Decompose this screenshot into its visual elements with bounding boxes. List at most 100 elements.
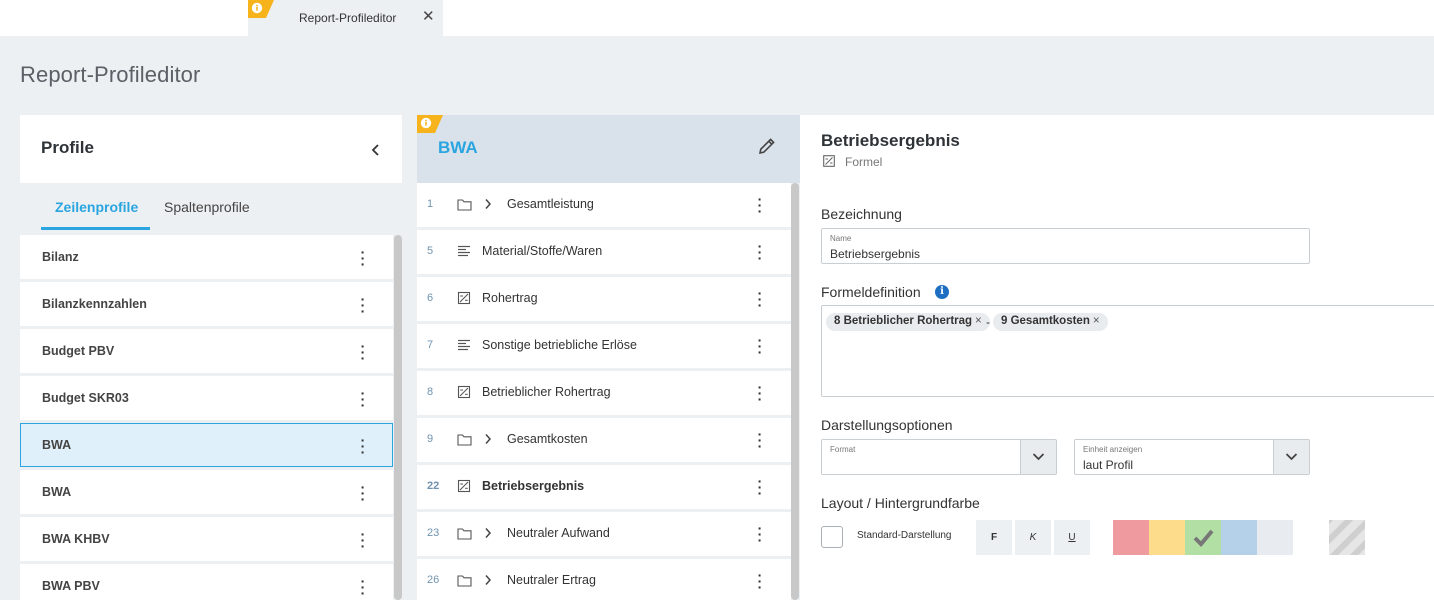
- tab-bar: Report-Profileditor ✕: [0, 0, 1434, 36]
- detail-type: Formel: [845, 155, 883, 169]
- format-select[interactable]: Format: [821, 439, 1057, 475]
- more-vertical-icon[interactable]: · · ·: [357, 433, 369, 459]
- more-vertical-icon[interactable]: · · ·: [754, 239, 766, 265]
- more-vertical-icon[interactable]: · · ·: [357, 245, 369, 271]
- formula-icon: [823, 155, 835, 167]
- row-item[interactable]: 23 Neutraler Aufwand · · ·: [417, 512, 791, 556]
- row-item[interactable]: 8 Betrieblicher Rohertrag · · ·: [417, 371, 791, 415]
- list-item-label: Budget SKR03: [42, 391, 129, 405]
- list-item[interactable]: Budget SKR03 · · ·: [20, 376, 393, 420]
- chevron-right-icon[interactable]: [484, 574, 492, 586]
- swatch-yellow[interactable]: [1149, 520, 1185, 555]
- chevron-right-icon[interactable]: [484, 433, 492, 445]
- row-item[interactable]: 6 Rohertrag · · ·: [417, 277, 791, 321]
- tab-spaltenprofile[interactable]: Spaltenprofile: [164, 199, 250, 215]
- row-number: 5: [427, 245, 434, 257]
- darstellungsoptionen-heading: Darstellungsoptionen: [821, 417, 953, 433]
- list-item[interactable]: Budget PBV · · ·: [20, 329, 393, 373]
- folder-icon: [457, 434, 472, 446]
- rows-list-scrollbar[interactable]: [791, 183, 799, 600]
- format-select-label: Format: [830, 445, 856, 454]
- name-field[interactable]: Name Betriebsergebnis: [821, 228, 1310, 264]
- more-vertical-icon[interactable]: · · ·: [357, 480, 369, 506]
- remove-icon[interactable]: ×: [1093, 315, 1100, 327]
- row-item[interactable]: 26 Neutraler Ertrag · · ·: [417, 559, 791, 600]
- lines-icon: [458, 245, 470, 257]
- standard-darstellung-checkbox[interactable]: [821, 526, 843, 548]
- row-item[interactable]: 22 Betriebsergebnis · · ·: [417, 465, 791, 509]
- more-vertical-icon[interactable]: · · ·: [754, 380, 766, 406]
- profile-list-scrollbar[interactable]: [394, 235, 402, 600]
- more-vertical-icon[interactable]: · · ·: [754, 333, 766, 359]
- list-item[interactable]: Bilanz · · ·: [20, 235, 393, 279]
- tab-zeilenprofile[interactable]: Zeilenprofile: [55, 199, 138, 215]
- chevron-right-icon[interactable]: [484, 198, 492, 210]
- underline-button[interactable]: U: [1054, 520, 1090, 555]
- row-number: 26: [427, 574, 440, 586]
- list-item[interactable]: Bilanzkennzahlen · · ·: [20, 282, 393, 326]
- more-vertical-icon[interactable]: · · ·: [357, 574, 369, 600]
- pencil-icon[interactable]: [758, 137, 776, 155]
- list-item[interactable]: BWA KHBV · · ·: [20, 517, 393, 561]
- list-item[interactable]: BWA PBV · · ·: [20, 564, 393, 600]
- tab-report-profileditor[interactable]: Report-Profileditor ✕: [248, 0, 443, 36]
- formula-chip[interactable]: 9 Gesamtkosten ×: [993, 313, 1108, 331]
- row-number: 7: [427, 339, 434, 351]
- einheit-select-button[interactable]: [1273, 440, 1309, 474]
- row-item[interactable]: 1 Gesamtleistung · · ·: [417, 183, 791, 227]
- more-vertical-icon[interactable]: · · ·: [754, 427, 766, 453]
- bezeichnung-heading: Bezeichnung: [821, 206, 902, 222]
- more-vertical-icon[interactable]: · · ·: [357, 386, 369, 412]
- close-icon[interactable]: ✕: [422, 8, 435, 26]
- checkmark-icon: [1193, 529, 1214, 547]
- swatch-white[interactable]: [1293, 520, 1329, 555]
- row-item[interactable]: 5 Material/Stoffe/Waren · · ·: [417, 230, 791, 274]
- more-vertical-icon[interactable]: · · ·: [754, 286, 766, 312]
- detail-title: Betriebsergebnis: [821, 131, 960, 150]
- more-vertical-icon[interactable]: · · ·: [754, 192, 766, 218]
- row-number: 9: [427, 433, 434, 445]
- more-vertical-icon[interactable]: · · ·: [754, 521, 766, 547]
- info-badge-icon: [248, 0, 274, 18]
- swatch-green-selected[interactable]: [1185, 520, 1221, 555]
- formula-operator: -: [986, 315, 990, 329]
- more-vertical-icon[interactable]: · · ·: [754, 568, 766, 594]
- formula-editor[interactable]: 8 Betrieblicher Rohertrag × - 9 Gesamtkos…: [821, 305, 1434, 397]
- active-tab-indicator: [41, 227, 150, 230]
- row-item[interactable]: 7 Sonstige betriebliche Erlöse · · ·: [417, 324, 791, 368]
- more-vertical-icon[interactable]: · · ·: [357, 339, 369, 365]
- formula-chip-label: 8 Betrieblicher Rohertrag: [834, 315, 973, 327]
- swatch-grey[interactable]: [1257, 520, 1293, 555]
- italic-button[interactable]: K: [1015, 520, 1051, 555]
- formula-icon: [457, 291, 471, 305]
- swatch-blue[interactable]: [1221, 520, 1257, 555]
- layout-heading: Layout / Hintergrundfarbe: [821, 495, 980, 511]
- more-vertical-icon[interactable]: · · ·: [357, 527, 369, 553]
- row-label: Gesamtleistung: [507, 197, 594, 211]
- profile-panel-title: Profile: [41, 138, 94, 157]
- list-item-label: Bilanzkennzahlen: [42, 297, 147, 311]
- einheit-select[interactable]: Einheit anzeigen laut Profil: [1074, 439, 1310, 475]
- swatch-red[interactable]: [1113, 520, 1149, 555]
- lines-icon: [458, 339, 470, 351]
- chevron-left-icon[interactable]: [370, 143, 382, 157]
- more-vertical-icon[interactable]: · · ·: [754, 474, 766, 500]
- chevron-down-icon: [1285, 453, 1298, 461]
- row-label: Sonstige betriebliche Erlöse: [482, 338, 637, 352]
- info-icon[interactable]: i: [935, 285, 949, 299]
- remove-icon[interactable]: ×: [975, 315, 982, 327]
- list-item[interactable]: BWA · · ·: [20, 470, 393, 514]
- bold-button[interactable]: F: [976, 520, 1012, 555]
- swatch-hatched[interactable]: [1329, 520, 1365, 555]
- list-item-selected[interactable]: BWA · · ·: [20, 423, 393, 467]
- format-select-button[interactable]: [1020, 440, 1056, 474]
- chevron-down-icon: [1032, 453, 1045, 461]
- formula-icon: [457, 385, 471, 399]
- row-label: Betriebsergebnis: [482, 479, 585, 493]
- formula-chip[interactable]: 8 Betrieblicher Rohertrag ×: [826, 313, 990, 331]
- more-vertical-icon[interactable]: · · ·: [357, 292, 369, 318]
- row-label: Gesamtkosten: [507, 432, 588, 446]
- rows-panel-header: BWA: [417, 115, 800, 183]
- row-item[interactable]: 9 Gesamtkosten · · ·: [417, 418, 791, 462]
- chevron-right-icon[interactable]: [484, 527, 492, 539]
